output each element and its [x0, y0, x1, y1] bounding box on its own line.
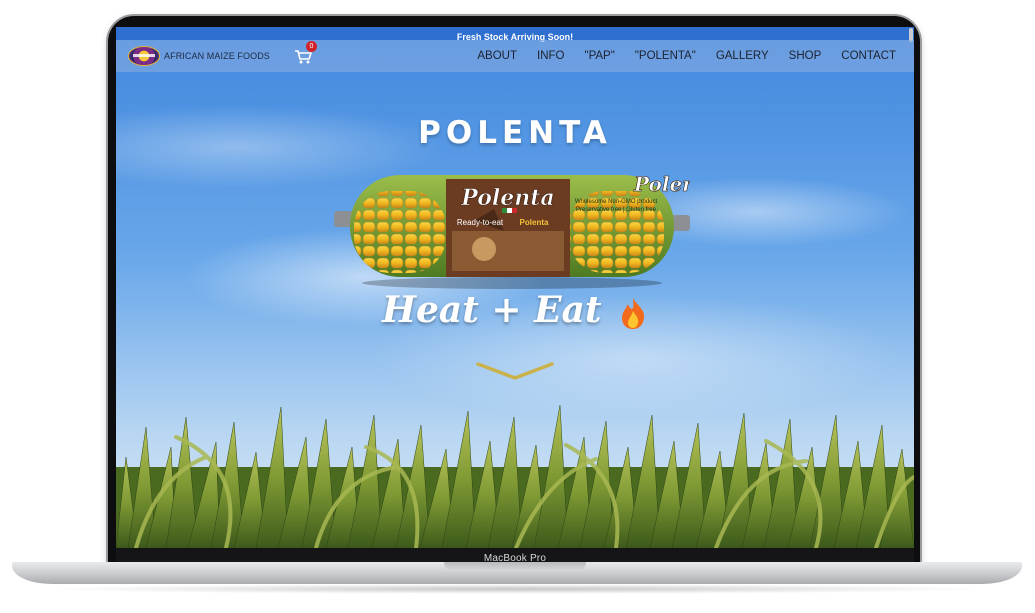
laptop-chin: MacBook Pro: [116, 548, 914, 564]
product-subtitle-b: Polenta: [520, 218, 549, 227]
menu-item-polenta[interactable]: "POLENTA": [625, 40, 706, 72]
brand-logo: [128, 46, 160, 66]
menu-item-shop[interactable]: SHOP: [779, 40, 832, 72]
product-subtitle-a: Ready-to-eat: [457, 218, 504, 227]
product-image: Polenta Polenta Ready-to-eat Polenta Who…: [334, 172, 690, 289]
product-claims-2: Preservative free | Gluten free: [576, 207, 657, 213]
navbar: AFRICAN MAIZE FOODS 0 ABOUT INFO "PAP" "…: [116, 40, 914, 72]
browser-viewport: Fresh Stock Arriving Soon! AFRICAN MAIZE…: [116, 27, 914, 548]
product-claims: Wholesome Non-GMO product: [575, 199, 658, 205]
cart-button[interactable]: 0: [294, 41, 317, 65]
product-brand-text-repeat: Polenta: [633, 172, 690, 196]
announcement-bar: Fresh Stock Arriving Soon!: [116, 27, 914, 42]
hero-tagline: Heat + Eat: [116, 289, 914, 331]
hero-title: POLENTA: [418, 115, 612, 151]
tagline-text: Heat + Eat: [381, 289, 602, 331]
product-brand-text: Polenta: [460, 185, 554, 211]
chevron-down-icon[interactable]: [476, 361, 554, 381]
menu-item-gallery[interactable]: GALLERY: [706, 40, 779, 72]
menu-item-contact[interactable]: CONTACT: [831, 40, 906, 72]
corn-field-image: [116, 404, 914, 548]
fire-icon: [622, 298, 645, 329]
laptop-notch: [444, 562, 586, 571]
menu-item-about[interactable]: ABOUT: [467, 40, 527, 72]
brand-link[interactable]: AFRICAN MAIZE FOODS: [128, 46, 270, 66]
menu-item-info[interactable]: INFO: [527, 40, 574, 72]
laptop-shadow: [40, 584, 995, 594]
menu-item-pap[interactable]: "PAP": [574, 40, 624, 72]
cart-count-badge: 0: [305, 41, 317, 52]
brand-name: AFRICAN MAIZE FOODS: [164, 51, 270, 61]
main-menu: ABOUT INFO "PAP" "POLENTA" GALLERY SHOP …: [467, 40, 906, 72]
